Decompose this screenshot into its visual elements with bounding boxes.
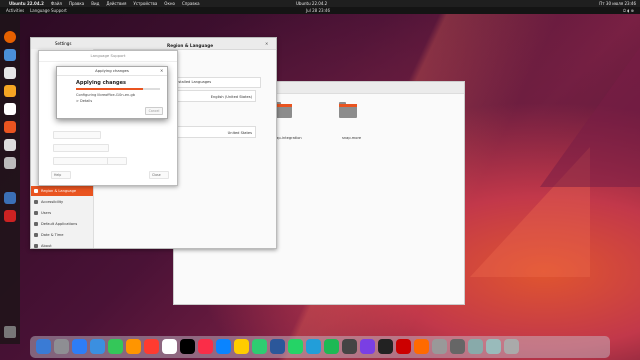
mac-menubar: Ubuntu 22.04.2 Файл Правка Вид Действия … xyxy=(0,0,640,7)
menu-app[interactable]: Ubuntu 22.04.2 xyxy=(9,0,44,7)
terminal-icon[interactable] xyxy=(342,339,357,354)
sidebar-item-default-apps[interactable]: Default Applications xyxy=(31,219,93,229)
region-icon xyxy=(34,189,38,193)
photos-icon[interactable] xyxy=(126,339,141,354)
settings-icon[interactable] xyxy=(4,157,16,169)
music-icon[interactable] xyxy=(180,339,195,354)
vm-title: Ubuntu 22.04.2 xyxy=(296,1,328,6)
menu-help[interactable]: Справка xyxy=(182,0,200,7)
documents-icon[interactable] xyxy=(486,339,501,354)
finder-icon[interactable] xyxy=(36,339,51,354)
app-store-icon[interactable] xyxy=(216,339,231,354)
update-icon[interactable] xyxy=(4,210,16,222)
language-support-icon[interactable] xyxy=(4,192,16,204)
music-app-icon[interactable] xyxy=(198,339,213,354)
apply-system-wide-button[interactable] xyxy=(53,144,109,152)
language-row[interactable]: English (United States) xyxy=(171,90,256,102)
details-expander[interactable]: > Details xyxy=(76,99,92,103)
epic-games-icon[interactable] xyxy=(378,339,393,354)
writer-icon[interactable] xyxy=(4,103,16,115)
sidebar-item-about[interactable]: About xyxy=(31,241,93,248)
help-button[interactable]: Help xyxy=(51,171,71,179)
close-icon[interactable]: ✕ xyxy=(265,38,268,49)
folder-icon[interactable] xyxy=(339,102,357,118)
language-support-title: Language Support xyxy=(39,51,177,62)
menu-actions[interactable]: Действия xyxy=(106,0,126,7)
activities-button[interactable]: Activities xyxy=(6,7,24,14)
installed-languages-row[interactable]: Installed Languages xyxy=(171,77,261,88)
progress-bar xyxy=(76,88,160,90)
word-icon[interactable] xyxy=(270,339,285,354)
messages-icon[interactable] xyxy=(108,339,123,354)
formats-row[interactable]: United States xyxy=(171,126,256,138)
menu-edit[interactable]: Правка xyxy=(69,0,84,7)
evernote-icon[interactable] xyxy=(252,339,267,354)
menu-devices[interactable]: Устройства xyxy=(133,0,157,7)
show-apps-icon[interactable] xyxy=(4,326,16,338)
applying-changes-dialog: Applying changes ✕ Applying changes Conf… xyxy=(56,66,168,119)
mac-dock xyxy=(30,336,610,358)
cancel-button[interactable]: Cancel xyxy=(145,107,163,115)
install-remove-button[interactable] xyxy=(53,131,101,139)
sidebar-item-accessibility[interactable]: Accessibility xyxy=(31,197,93,207)
system-menu-icon[interactable]: ⏻ ◖ ⊕ xyxy=(623,7,634,14)
star-icon xyxy=(34,222,38,226)
clock-icon xyxy=(34,233,38,237)
sidebar-item-date-time[interactable]: Date & Time xyxy=(31,230,93,240)
sidebar-item-region-language[interactable]: Region & Language xyxy=(31,186,93,196)
downloads-icon[interactable] xyxy=(468,339,483,354)
close-button[interactable]: Close xyxy=(149,171,169,179)
topbar-clock[interactable]: Jul 28 23:46 xyxy=(306,7,330,14)
mail-icon[interactable] xyxy=(90,339,105,354)
preview-icon[interactable] xyxy=(432,339,447,354)
close-icon[interactable]: ✕ xyxy=(160,68,163,73)
users-icon xyxy=(34,211,38,215)
menu-file[interactable]: Файл xyxy=(51,0,62,7)
mac-clock: Пт 30 июля 23:46 xyxy=(599,1,636,6)
whatsapp-icon[interactable] xyxy=(288,339,303,354)
vscode-icon[interactable] xyxy=(360,339,375,354)
ubuntu-topbar: Activities Language Support Jul 28 23:46… xyxy=(0,7,640,14)
spotify-icon[interactable] xyxy=(324,339,339,354)
files-icon[interactable] xyxy=(4,67,16,79)
help-icon[interactable] xyxy=(4,139,16,151)
sidebar-item-users[interactable]: Users xyxy=(31,208,93,218)
dialog-heading: Applying changes xyxy=(76,80,126,86)
notes-icon[interactable] xyxy=(234,339,249,354)
progress-fill xyxy=(76,88,144,90)
info-icon xyxy=(34,244,38,248)
wallpaper-shape xyxy=(540,47,640,187)
trash-icon[interactable] xyxy=(504,339,519,354)
folder-label[interactable]: snap.more xyxy=(342,136,361,140)
launchpad-icon[interactable] xyxy=(54,339,69,354)
vm-frame: Activities Language Support Jul 28 23:46… xyxy=(0,7,640,360)
parallels-icon[interactable] xyxy=(396,339,411,354)
menu-window[interactable]: Окно xyxy=(164,0,175,7)
firefox-icon[interactable] xyxy=(4,31,16,43)
ubuntu-dock xyxy=(0,14,20,344)
menu-view[interactable]: Вид xyxy=(91,0,99,7)
chrome-icon[interactable] xyxy=(162,339,177,354)
calendar-icon[interactable] xyxy=(144,339,159,354)
input-method-dropdown[interactable] xyxy=(107,157,127,165)
dialog-title: Applying changes xyxy=(57,67,167,76)
safari-icon[interactable] xyxy=(72,339,87,354)
telegram-icon[interactable] xyxy=(306,339,321,354)
software-icon[interactable] xyxy=(4,121,16,133)
system-settings-icon[interactable] xyxy=(450,339,465,354)
rhythmbox-icon[interactable] xyxy=(4,85,16,97)
app-menu[interactable]: Language Support xyxy=(30,7,67,14)
settings-title: Settings xyxy=(55,41,72,46)
ubuntu-vm-icon[interactable] xyxy=(414,339,429,354)
dialog-status: Configuring libreoffice-l10n-en-gb xyxy=(76,93,135,97)
accessibility-icon xyxy=(34,200,38,204)
thunderbird-icon[interactable] xyxy=(4,49,16,61)
